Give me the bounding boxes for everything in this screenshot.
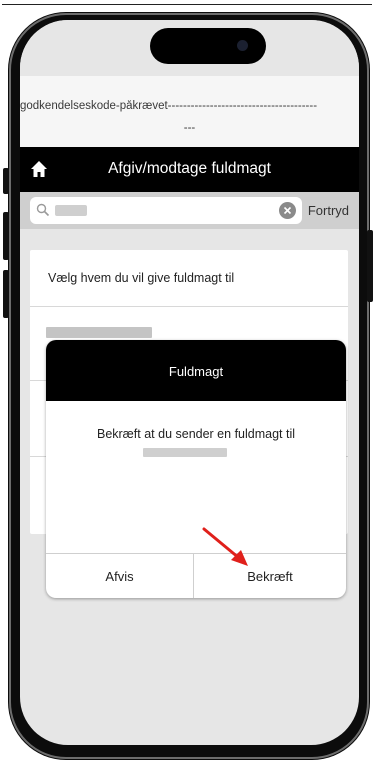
confirm-dialog: Fuldmagt Bekræft at du sender en fuldmag… — [46, 340, 346, 598]
banner-text-continued: --- — [183, 122, 196, 134]
confirm-button[interactable]: Bekræft — [194, 554, 346, 598]
decline-button[interactable]: Afvis — [46, 554, 194, 598]
person-name-redacted — [46, 327, 152, 338]
dialog-header: Fuldmagt — [46, 340, 346, 401]
dialog-title: Fuldmagt — [168, 364, 224, 379]
app-header: Afgiv/modtage fuldmagt — [20, 147, 359, 192]
search-input[interactable] — [30, 197, 302, 224]
volume-down-button — [3, 270, 9, 318]
banner-text: godkendelseskode-påkrævet---------------… — [20, 100, 318, 112]
dialog-message: Bekræft at du sender en fuldmagt til — [96, 427, 296, 441]
page-title: Afgiv/modtage fuldmagt — [108, 160, 271, 177]
phone-screen: godkendelseskode-påkrævet---------------… — [20, 20, 359, 745]
search-bar: Fortryd — [20, 192, 359, 229]
mute-switch — [3, 168, 9, 194]
power-button — [367, 230, 373, 302]
volume-up-button — [3, 212, 9, 260]
top-rule — [2, 4, 372, 5]
clear-icon[interactable] — [279, 202, 296, 219]
search-value-redacted — [55, 205, 87, 216]
camera-icon — [237, 40, 248, 51]
list-instruction: Vælg hvem du vil give fuldmagt til — [48, 271, 235, 285]
search-icon — [36, 203, 50, 217]
dynamic-island — [150, 28, 266, 64]
recipient-name-redacted — [143, 448, 227, 457]
list-header-row: Vælg hvem du vil give fuldmagt til — [30, 250, 348, 307]
dialog-footer: Afvis Bekræft — [46, 553, 346, 598]
info-banner: godkendelseskode-påkrævet---------------… — [20, 76, 359, 147]
cancel-button[interactable]: Fortryd — [308, 203, 349, 218]
